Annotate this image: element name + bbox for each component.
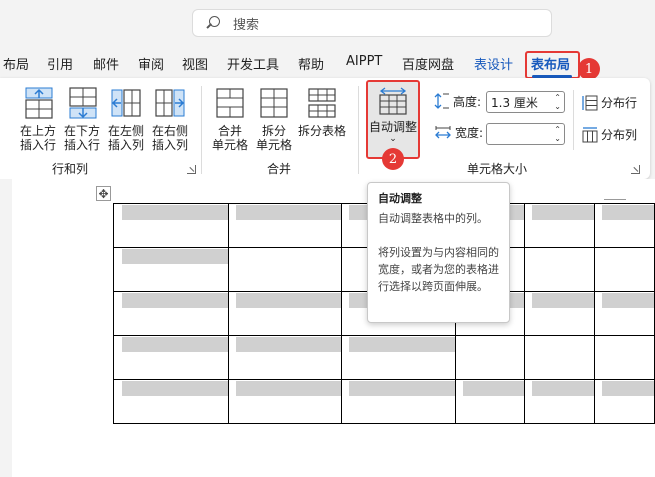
ribbon-panel: 在上方 插入行 在下方 插入行 在左侧 插入列 在右侧 插入列 行和列 合并 单… [0,78,650,179]
row-height-input[interactable]: 1.3 厘米 ⌃ ⌄ [486,91,565,113]
column-width-icon [435,125,451,138]
height-spinner-icon[interactable]: ⌃ ⌄ [554,93,561,111]
cell-size-launcher-icon[interactable] [631,165,640,174]
tab-baidu-netdisk[interactable]: 百度网盘 [402,54,454,73]
step-badge-2: 2 [382,148,404,170]
autofit-tooltip: 自动调整 自动调整表格中的列。 将列设置为与内容相同的宽度，或者为您的表格进行选… [367,182,510,323]
width-label-text: 宽度: [455,126,484,140]
insert-column-left-button[interactable]: 在左侧 插入列 [108,86,144,152]
insert-column-left-icon [111,89,141,117]
split-cells-button[interactable]: 拆分 单元格 [256,86,292,152]
insert-row-above-button[interactable]: 在上方 插入行 [20,86,56,152]
distribute-columns-label: 分布列 [601,128,638,142]
split-table-label: 拆分表格 [298,124,347,138]
insert-column-left-label: 在左侧 插入列 [108,124,145,152]
table-move-handle-icon[interactable]: ✥ [96,186,111,201]
merge-cells-button[interactable]: 合并 单元格 [212,86,248,152]
group-divider [358,86,359,174]
insert-row-below-label: 在下方 插入行 [64,124,101,152]
group-divider [201,86,202,174]
tab-developer[interactable]: 开发工具 [227,54,279,73]
insert-column-right-button[interactable]: 在右侧 插入列 [152,86,188,152]
search-box[interactable]: 搜索 [192,9,552,37]
width-label: 宽度: [434,124,483,141]
insert-row-below-icon [69,87,97,119]
distribute-rows-label: 分布行 [601,96,638,110]
group-label-merge: 合并 [267,162,292,176]
search-icon [205,15,221,31]
merge-cells-icon [216,88,244,118]
split-table-icon [308,88,336,118]
ribbon-tabs: 布局 引用 邮件 审阅 视图 开发工具 帮助 AIPPT 百度网盘 表设计 表布… [0,48,655,80]
split-cells-label: 拆分 单元格 [256,124,293,152]
tab-aippt[interactable]: AIPPT [346,54,382,69]
row-height-value: 1.3 厘米 [491,95,538,110]
tooltip-detail: 将列设置为与内容相同的宽度，或者为您的表格进行选择以跨页面伸展。 [378,246,499,293]
rows-cols-launcher-icon[interactable] [187,165,196,174]
height-label-text: 高度: [453,94,482,109]
table-row [113,379,655,424]
tooltip-title: 自动调整 [378,192,422,205]
ruler-marker [604,182,626,200]
row-height-icon [434,93,449,109]
tooltip-description: 自动调整表格中的列。 [378,212,488,225]
insert-column-right-icon [155,89,185,117]
distribute-columns-icon [582,126,598,142]
tab-review[interactable]: 审阅 [138,54,164,73]
step-badge-1: 1 [578,58,600,80]
table-row [113,335,655,380]
group-divider [573,90,574,150]
split-table-button[interactable]: 拆分表格 [298,86,346,138]
insert-row-above-icon [25,87,53,119]
tab-view[interactable]: 视图 [182,54,208,73]
search-placeholder: 搜索 [233,17,260,33]
tab-help[interactable]: 帮助 [298,54,324,73]
tab-mailings[interactable]: 邮件 [93,54,119,73]
group-label-rows-cols: 行和列 [52,162,89,176]
column-width-input[interactable]: ⌃ ⌄ [486,123,565,145]
insert-row-above-label: 在上方 插入行 [20,124,57,152]
split-cells-icon [260,88,288,118]
tab-references[interactable]: 引用 [47,54,73,73]
width-spinner-icon[interactable]: ⌃ ⌄ [554,125,561,143]
distribute-rows-button[interactable]: 分布行 [582,94,637,111]
tab-table-design[interactable]: 表设计 [474,54,513,73]
merge-cells-label: 合并 单元格 [212,124,249,152]
group-label-cell-size: 单元格大小 [467,162,528,176]
distribute-rows-icon [582,95,598,110]
height-label: 高度: [434,92,481,110]
insert-column-right-label: 在右侧 插入列 [152,124,189,152]
insert-row-below-button[interactable]: 在下方 插入行 [64,86,100,152]
tab-layout[interactable]: 布局 [3,54,29,73]
distribute-columns-button[interactable]: 分布列 [582,126,637,143]
